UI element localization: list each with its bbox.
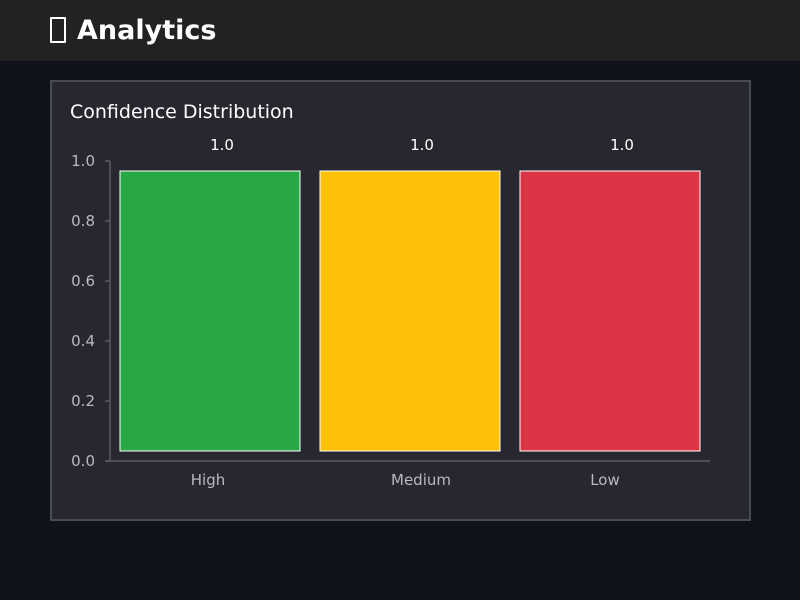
bar-value-label: 1.0 [410,136,434,154]
y-tick-label: 0.2 [71,392,95,410]
y-tick-label: 1.0 [71,152,95,170]
bar-high [119,170,301,452]
bar-value-label: 1.0 [610,136,634,154]
x-tick-label: High [191,471,225,489]
y-tick-label: 0.0 [71,452,95,470]
bar-medium [319,170,501,452]
x-tick-label: Low [590,471,620,489]
y-tick-label: 0.8 [71,212,95,230]
bar-low [519,170,701,452]
x-tick-label: Medium [391,471,451,489]
bar-value-label: 1.0 [210,136,234,154]
y-tick-label: 0.6 [71,272,95,290]
y-tick-label: 0.4 [71,332,95,350]
bar-chart: 0.0 0.2 0.4 0.6 0.8 1.0 1.0 High 1.0 Medium 1.0 Low [71,136,710,489]
